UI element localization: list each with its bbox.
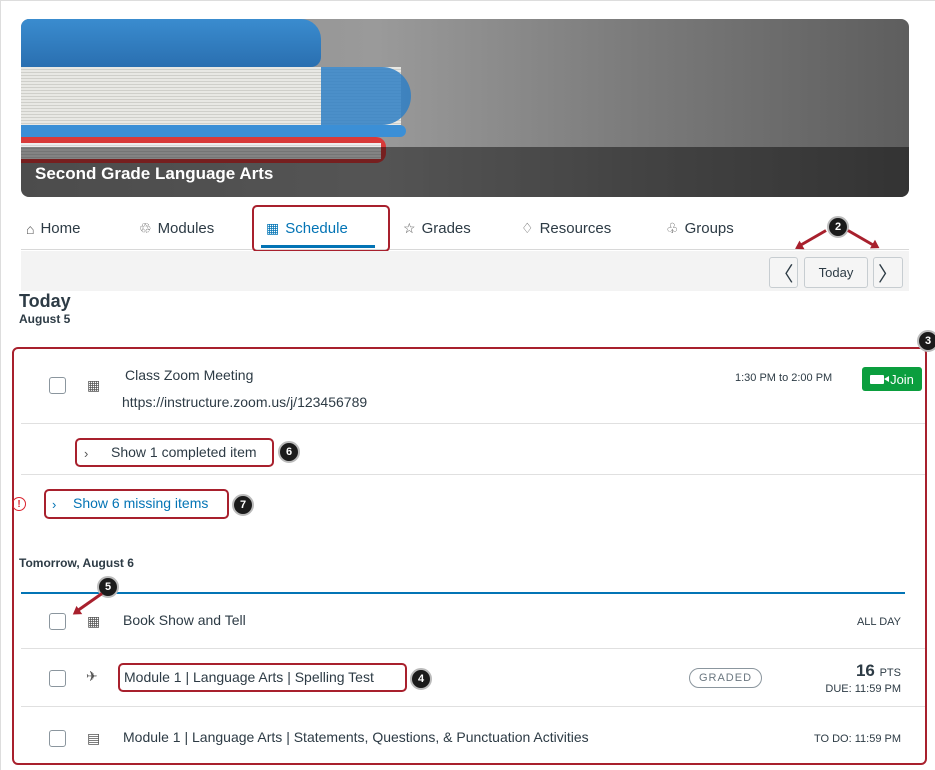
tab-home[interactable]: ⌂ Home <box>26 220 80 237</box>
item-link[interactable]: https://instructure.zoom.us/j/123456789 <box>122 394 367 410</box>
callout-2: 2 <box>827 216 849 238</box>
course-tabs: ⌂ Home ♲ Modules ▦ Schedule ☆ Grades ♢ R… <box>21 210 909 250</box>
banner-book-cover <box>321 67 411 125</box>
chevron-right-icon: 〉 <box>878 264 898 286</box>
highlight-schedule-tab <box>252 205 390 252</box>
modules-icon: ♲ <box>139 220 152 236</box>
highlight-missing <box>44 489 229 519</box>
today-button[interactable]: Today <box>804 257 868 288</box>
previous-week-button[interactable]: 〈 <box>769 257 798 288</box>
divider <box>21 474 925 475</box>
points-value: 16 <box>855 661 875 680</box>
divider <box>21 423 925 424</box>
item-title[interactable]: Book Show and Tell <box>123 612 246 628</box>
item-checkbox[interactable] <box>49 613 66 630</box>
resources-icon: ♢ <box>521 220 534 236</box>
groups-icon: ♧ <box>666 220 679 236</box>
join-label: Join <box>890 371 914 387</box>
course-banner: Second Grade Language Arts <box>21 19 909 197</box>
chevron-left-icon: 〈 <box>773 264 794 286</box>
home-icon: ⌂ <box>26 220 35 237</box>
next-week-button[interactable]: 〉 <box>873 257 903 288</box>
star-icon: ☆ <box>403 220 416 236</box>
calendar-icon: ▦ <box>87 613 101 629</box>
highlight-completed <box>75 438 274 467</box>
quiz-rocket-icon: ✈ <box>86 668 98 684</box>
callout-6: 6 <box>278 441 300 463</box>
join-button[interactable]: Join <box>862 367 922 391</box>
item-points: 16 PTS <box>856 661 901 681</box>
tab-groups[interactable]: ♧ Groups <box>666 220 734 237</box>
tab-label: Grades <box>421 220 471 237</box>
callout-7: 7 <box>232 494 254 516</box>
item-time: ALL DAY <box>856 616 901 628</box>
highlight-assignment <box>118 663 407 692</box>
video-icon <box>870 374 890 384</box>
tomorrow-heading: Tomorrow, August 6 <box>19 556 134 570</box>
tab-modules[interactable]: ♲ Modules <box>139 220 214 237</box>
tab-grades[interactable]: ☆ Grades <box>403 220 471 237</box>
item-title[interactable]: Module 1 | Language Arts | Statements, Q… <box>123 729 589 745</box>
tab-resources[interactable]: ♢ Resources <box>521 220 611 237</box>
item-due: DUE: 11:59 PM <box>825 683 901 695</box>
banner-book-image <box>21 19 321 67</box>
warning-icon: ! <box>12 497 26 511</box>
course-title: Second Grade Language Arts <box>35 164 274 183</box>
graded-badge: GRADED <box>689 668 762 688</box>
tab-label: Resources <box>539 220 612 237</box>
item-time: 1:30 PM to 2:00 PM <box>735 372 833 384</box>
item-title[interactable]: Class Zoom Meeting <box>125 367 253 383</box>
day-divider <box>21 592 905 594</box>
today-date: August 5 <box>19 312 71 326</box>
divider <box>21 648 925 649</box>
item-checkbox[interactable] <box>49 377 66 394</box>
callout-3: 3 <box>917 330 935 352</box>
callout-4: 4 <box>410 668 432 690</box>
tab-label: Home <box>40 220 81 237</box>
page-icon: ▤ <box>87 730 101 746</box>
calendar-icon: ▦ <box>87 377 101 393</box>
item-checkbox[interactable] <box>49 730 66 747</box>
divider <box>21 706 925 707</box>
item-time: TO DO: 11:59 PM <box>813 733 901 745</box>
tab-label: Groups <box>684 220 734 237</box>
points-unit: PTS <box>879 667 901 679</box>
banner-book-blue <box>21 125 406 137</box>
tab-label: Modules <box>157 220 215 237</box>
item-checkbox[interactable] <box>49 670 66 687</box>
today-heading: Today <box>19 291 71 311</box>
